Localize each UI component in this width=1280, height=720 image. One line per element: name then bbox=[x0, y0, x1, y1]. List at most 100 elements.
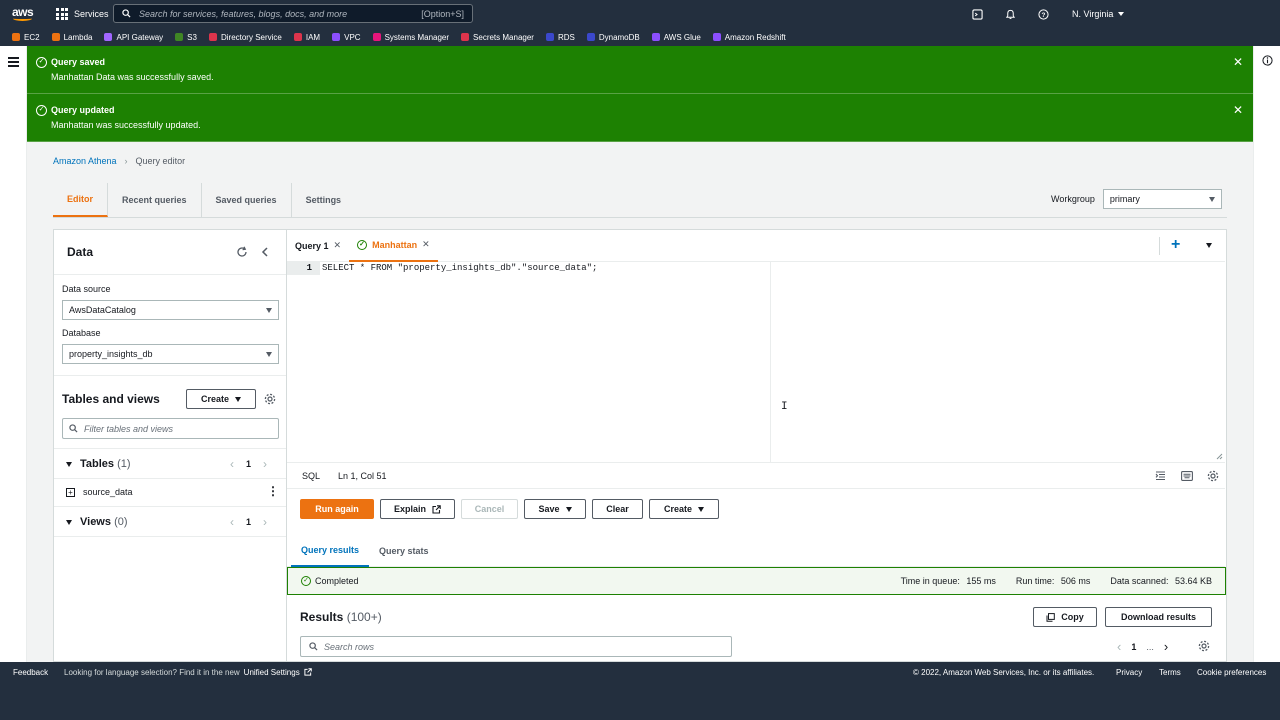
caret-down-icon bbox=[1208, 196, 1215, 202]
chevron-left-icon[interactable]: ‹ bbox=[230, 515, 234, 529]
tables-section-header[interactable]: Tables (1) bbox=[66, 458, 131, 470]
favorite-aws-glue[interactable]: AWS Glue bbox=[651, 32, 701, 42]
database-select[interactable]: property_insights_db bbox=[62, 344, 279, 364]
favorite-api-gateway[interactable]: API Gateway bbox=[104, 33, 163, 42]
cloudshell-icon[interactable] bbox=[972, 0, 983, 28]
favorite-directory-service[interactable]: Directory Service bbox=[208, 33, 282, 42]
tab-query-results[interactable]: Query results bbox=[291, 534, 370, 567]
breadcrumb-amazon-athena[interactable]: Amazon Athena bbox=[53, 156, 117, 166]
search-rows-input[interactable]: Search rows bbox=[300, 636, 732, 657]
tab-settings[interactable]: Settings bbox=[292, 183, 356, 217]
terms-link[interactable]: Terms bbox=[1159, 668, 1181, 677]
tab-editor[interactable]: Editor bbox=[53, 183, 108, 217]
tab-label: Manhattan bbox=[372, 239, 418, 250]
favorite-iam[interactable]: IAM bbox=[293, 33, 320, 42]
notifications-bell-icon[interactable] bbox=[1005, 0, 1016, 28]
chevron-left-icon[interactable]: ‹ bbox=[230, 457, 234, 471]
favorite-lambda[interactable]: Lambda bbox=[51, 33, 92, 42]
favorite-vpc[interactable]: VPC bbox=[332, 33, 361, 42]
service-icon bbox=[293, 33, 302, 41]
close-icon[interactable]: ✕ bbox=[1233, 103, 1243, 117]
region-selector[interactable]: N. Virginia bbox=[1072, 0, 1125, 28]
shortcuts-icon[interactable] bbox=[1181, 471, 1193, 481]
cookie-preferences-link[interactable]: Cookie preferences bbox=[1197, 668, 1266, 677]
tab-recent-queries[interactable]: Recent queries bbox=[108, 183, 202, 217]
sql-code-editor[interactable]: 1 SELECT * FROM "property_insights_db"."… bbox=[287, 262, 1225, 462]
global-search-input[interactable]: Search for services, features, blogs, do… bbox=[113, 4, 473, 23]
aws-logo[interactable]: aws bbox=[12, 5, 34, 21]
results-pagination: ‹ 1 ... › bbox=[1117, 639, 1168, 654]
tab-manhattan[interactable]: ✓ Manhattan ✕ bbox=[349, 230, 438, 262]
privacy-link[interactable]: Privacy bbox=[1116, 668, 1142, 677]
line-number: 1 bbox=[287, 262, 320, 275]
gear-icon[interactable] bbox=[264, 393, 276, 405]
results-settings-gear-icon[interactable] bbox=[1198, 640, 1210, 652]
service-icon bbox=[175, 33, 184, 41]
workgroup-select[interactable]: primary bbox=[1102, 189, 1222, 209]
chevron-right-icon[interactable]: › bbox=[263, 457, 267, 471]
unified-settings-link[interactable]: Unified Settings bbox=[244, 668, 300, 677]
create-dropdown-button[interactable]: Create bbox=[649, 499, 719, 519]
views-section-header[interactable]: Views (0) bbox=[66, 516, 128, 528]
format-query-icon[interactable] bbox=[1155, 471, 1166, 481]
favorite-rds[interactable]: RDS bbox=[545, 33, 575, 42]
refresh-icon[interactable] bbox=[236, 246, 248, 258]
collapse-panel-icon[interactable] bbox=[260, 246, 270, 258]
run-again-button[interactable]: Run again bbox=[300, 499, 374, 519]
sql-code-line[interactable]: SELECT * FROM "property_insights_db"."so… bbox=[322, 262, 597, 275]
cancel-button[interactable]: Cancel bbox=[461, 499, 518, 519]
tab-saved-queries[interactable]: Saved queries bbox=[202, 183, 292, 217]
tab-query-1[interactable]: Query 1 ✕ bbox=[287, 230, 349, 262]
close-icon[interactable]: ✕ bbox=[1233, 55, 1243, 69]
tab-query-stats[interactable]: Query stats bbox=[369, 534, 439, 567]
breadcrumb-current: Query editor bbox=[135, 156, 186, 166]
clear-button[interactable]: Clear bbox=[592, 499, 643, 519]
tables-page-number[interactable]: 1 bbox=[246, 459, 251, 469]
divider bbox=[54, 375, 286, 376]
data-source-select[interactable]: AwsDataCatalog bbox=[62, 300, 279, 320]
services-label: Services bbox=[74, 9, 109, 19]
queue-time-value: 155 ms bbox=[966, 576, 996, 586]
table-item-source-data[interactable]: + source_data bbox=[66, 487, 133, 497]
favorite-label: S3 bbox=[187, 32, 197, 42]
chevron-left-icon[interactable]: ‹ bbox=[1117, 639, 1121, 654]
filter-tables-input[interactable]: Filter tables and views bbox=[62, 418, 279, 439]
add-tab-plus-icon[interactable]: + bbox=[1171, 237, 1180, 253]
editor-settings-gear-icon[interactable] bbox=[1207, 470, 1219, 482]
chevron-right-icon[interactable]: › bbox=[263, 515, 267, 529]
tabs-divider bbox=[53, 217, 1227, 218]
more-actions-icon[interactable]: ⋮ bbox=[267, 485, 279, 497]
close-icon[interactable]: ✕ bbox=[334, 240, 342, 251]
favorite-systems-manager[interactable]: Systems Manager bbox=[372, 33, 449, 42]
expand-plus-icon[interactable]: + bbox=[66, 487, 75, 497]
favorite-secrets-manager[interactable]: Secrets Manager bbox=[461, 33, 534, 42]
save-dropdown-button[interactable]: Save bbox=[524, 499, 586, 519]
search-icon bbox=[69, 424, 78, 433]
divider bbox=[54, 536, 286, 537]
download-results-button[interactable]: Download results bbox=[1105, 607, 1212, 627]
status-label: Completed bbox=[315, 576, 359, 586]
favorite-label: AWS Glue bbox=[663, 32, 701, 42]
favorite-amazon-redshift[interactable]: Amazon Redshift bbox=[712, 33, 786, 42]
feedback-link[interactable]: Feedback bbox=[13, 668, 48, 677]
copy-button[interactable]: Copy bbox=[1033, 607, 1097, 627]
results-header: Results (100+) bbox=[300, 610, 382, 624]
hamburger-menu-icon[interactable] bbox=[8, 57, 19, 67]
favorite-s3[interactable]: S3 bbox=[175, 33, 197, 42]
favorite-ec2[interactable]: EC2 bbox=[12, 33, 40, 42]
results-page-number[interactable]: 1 bbox=[1131, 642, 1136, 652]
favorite-dynamodb[interactable]: DynamoDB bbox=[586, 33, 640, 42]
close-icon[interactable]: ✕ bbox=[422, 239, 430, 250]
help-icon[interactable]: ? bbox=[1038, 0, 1049, 28]
explain-button[interactable]: Explain bbox=[380, 499, 455, 519]
create-dropdown-button[interactable]: Create bbox=[186, 389, 256, 409]
tabs-menu-caret-icon[interactable] bbox=[1206, 243, 1212, 248]
copyright-text: © 2022, Amazon Web Services, Inc. or its… bbox=[913, 667, 1095, 677]
table-name: source_data bbox=[83, 487, 133, 497]
info-icon[interactable] bbox=[1262, 55, 1273, 66]
chevron-right-icon[interactable]: › bbox=[1164, 639, 1168, 654]
completed-status-bar: ✓ Completed Time in queue: 155 ms Run ti… bbox=[287, 567, 1226, 595]
resize-handle-icon[interactable] bbox=[1216, 453, 1223, 460]
services-menu-button[interactable]: Services bbox=[56, 0, 109, 28]
views-page-number[interactable]: 1 bbox=[246, 517, 251, 527]
